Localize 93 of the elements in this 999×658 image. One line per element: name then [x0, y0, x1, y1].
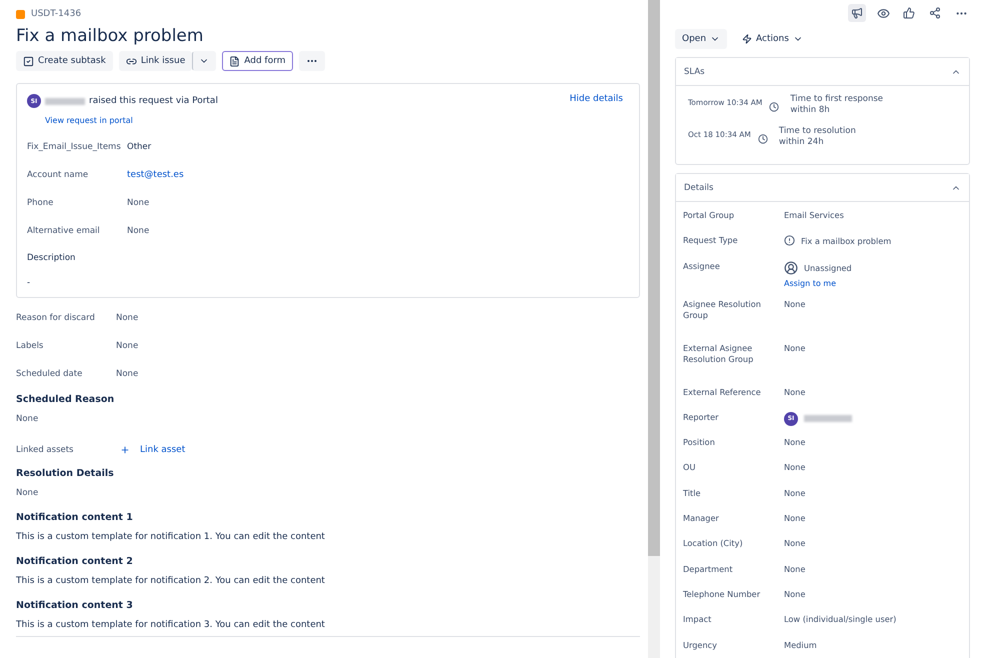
detail-label: Reporter — [683, 412, 720, 423]
request-source: raised this request via Portal — [89, 96, 218, 106]
detail-value: None — [784, 488, 806, 498]
detail-label: Location (City) — [683, 538, 744, 550]
section-heading: Scheduled Reason — [16, 394, 116, 405]
eye-icon — [876, 6, 890, 20]
section-text: This is a custom template for notification 2. You can edit the content — [16, 576, 326, 586]
thumbs-up-icon — [903, 7, 915, 19]
field-value: None — [16, 488, 40, 498]
field-value: None — [116, 313, 138, 323]
scrollbar[interactable] — [648, 0, 660, 658]
sla-goal: within 8h — [790, 105, 831, 115]
clock-icon — [769, 102, 780, 112]
plus-icon — [120, 445, 130, 455]
user-icon — [784, 260, 798, 275]
blurred-name — [45, 98, 85, 104]
detail-value: None — [784, 298, 806, 309]
assign-to-me-link[interactable]: Assign to me — [784, 278, 852, 288]
detail-label: OU — [683, 462, 696, 474]
field-label: Scheduled date — [16, 369, 84, 379]
toolbar-button[interactable]: Add form — [222, 51, 293, 71]
detail-value: None — [784, 386, 806, 397]
details-panel-header[interactable]: Details — [676, 174, 969, 202]
detail-label: External Asignee Resolution Group — [683, 342, 754, 365]
detail-value: None — [784, 588, 806, 599]
detail-value: None — [784, 342, 806, 353]
detail-label: Portal Group — [683, 210, 736, 221]
detail-label: Position — [683, 437, 716, 448]
section-heading: Resolution Details — [16, 468, 115, 479]
issue-title: Fix a mailbox problem — [16, 26, 204, 46]
sla-name: Time to first response — [790, 94, 884, 104]
field-value: Other — [127, 142, 152, 152]
section-heading: Notification content 1 — [16, 512, 134, 523]
detail-label: Manager — [683, 513, 720, 524]
detail-label: Department — [683, 564, 734, 575]
detail-value: Medium — [784, 640, 817, 650]
field-label: Account name — [27, 170, 90, 180]
detail-label: External Reference — [683, 386, 762, 398]
detail-label: Title — [683, 488, 702, 499]
toolbar-button[interactable]: Create subtask — [16, 51, 113, 71]
detail-value: None — [784, 437, 806, 448]
field-label: Phone — [27, 198, 54, 208]
field-value: - — [27, 278, 30, 288]
field-value: None — [127, 226, 150, 236]
field-value: None — [16, 414, 40, 424]
clock-icon — [758, 134, 768, 144]
section-text: This is a custom template for notification 3. You can edit the content — [16, 620, 326, 630]
detail-value: None — [784, 462, 806, 472]
sla-goal: within 24h — [778, 137, 825, 147]
section-heading: Notification content 3 — [16, 600, 134, 611]
field-link[interactable]: test@test.es — [127, 170, 184, 180]
detail-label: Request Type — [683, 235, 739, 246]
field-label: Fix_Email_Issue_Items — [27, 142, 122, 152]
view-request-link[interactable]: View request in portal — [45, 116, 133, 125]
actions-button[interactable]: Actions — [735, 29, 810, 49]
issue-key[interactable]: USDT-1436 — [31, 9, 82, 19]
detail-label: Urgency — [683, 640, 718, 651]
section-text: This is a custom template for notification 1. You can edit the content — [16, 532, 326, 542]
blurred-name — [804, 415, 852, 422]
lightning-icon — [742, 34, 752, 44]
field-value: None — [127, 198, 150, 208]
field-value: None — [116, 369, 138, 379]
sla-panel-header[interactable]: SLAs — [676, 58, 969, 86]
detail-label: Telephone Number — [683, 588, 762, 600]
detail-label: Asignee Resolution Group — [683, 298, 762, 321]
alert-circle-icon — [784, 235, 795, 246]
detail-value: Email Services — [784, 210, 844, 220]
detail-value: None — [784, 513, 806, 524]
feedback-button[interactable] — [848, 4, 866, 22]
detail-label: Assignee — [683, 260, 721, 272]
section-heading: Notification content 2 — [16, 556, 134, 567]
megaphone-icon — [851, 7, 863, 19]
share-icon — [929, 7, 941, 19]
detail-value: None — [784, 564, 806, 574]
issue-type-icon — [16, 10, 25, 18]
detail-value: None — [784, 538, 806, 548]
toolbar-button[interactable]: Link issue — [118, 51, 192, 71]
field-value: None — [116, 341, 138, 351]
field-label: Reason for discard — [16, 313, 96, 323]
field-label: Labels — [16, 341, 44, 351]
detail-value: Low (individual/single user) — [784, 614, 896, 624]
status-button[interactable]: Open — [675, 29, 728, 49]
hide-details-link[interactable]: Hide details — [570, 94, 623, 104]
detail-label: Impact — [683, 614, 712, 626]
field-label: Alternative email — [27, 226, 101, 236]
checkbox-icon — [23, 56, 34, 66]
field-label: Description — [27, 253, 76, 263]
detail-value: Unassigned — [804, 262, 852, 273]
field-label: Linked assets — [16, 445, 74, 455]
sla-name: Time to resolution — [778, 126, 856, 136]
detail-value: Fix a mailbox problem — [801, 236, 892, 246]
link-asset-link[interactable]: Link asset — [140, 445, 186, 455]
form-icon — [229, 56, 240, 66]
